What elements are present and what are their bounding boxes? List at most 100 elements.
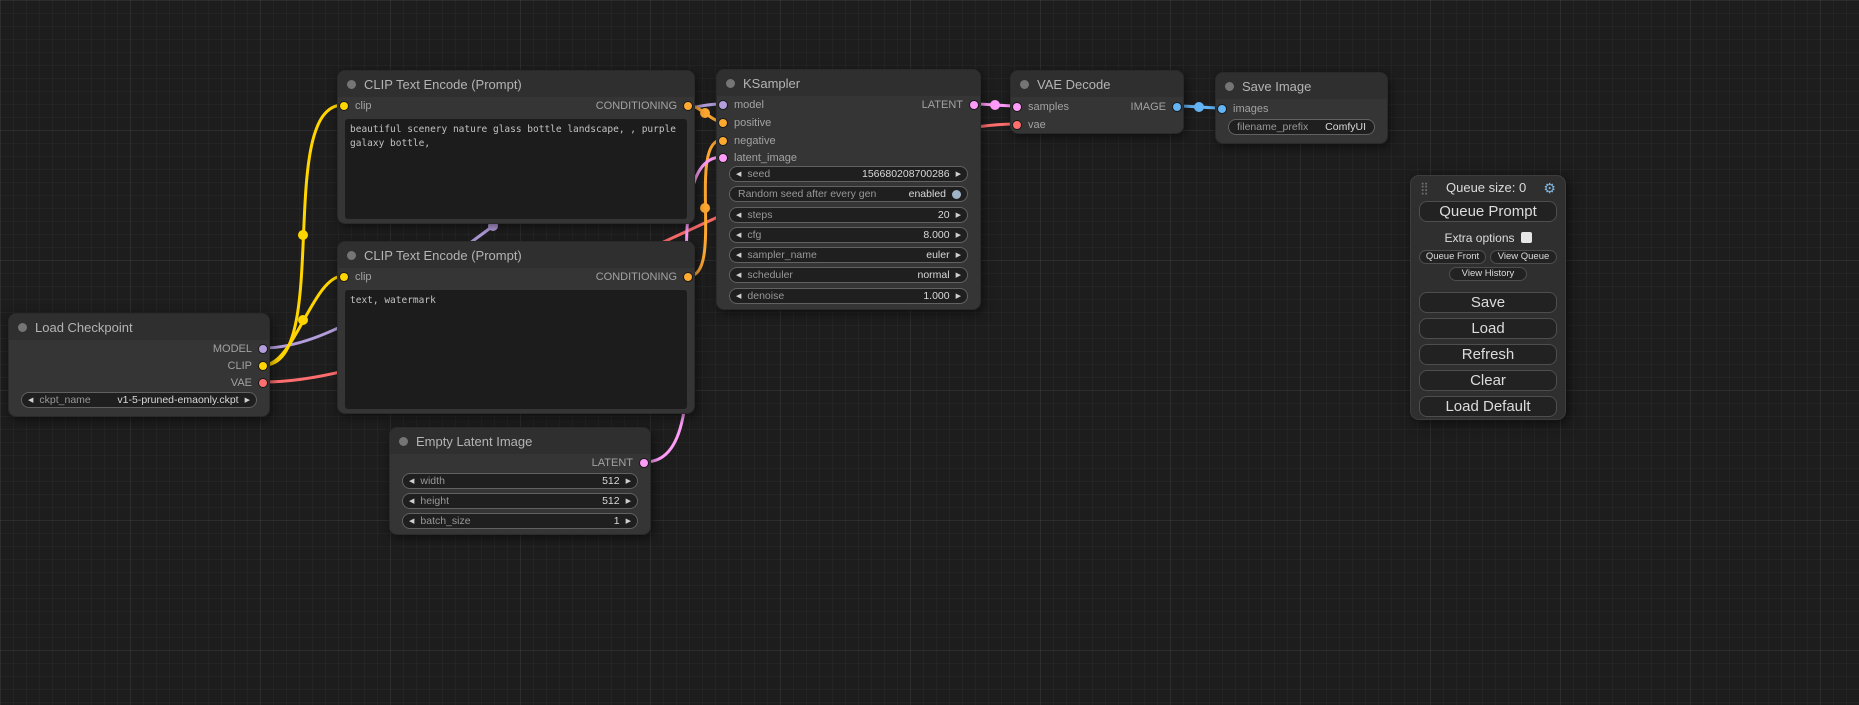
node-title: KSampler	[743, 76, 800, 91]
decrement-arrow-icon[interactable]: ◀	[736, 272, 741, 279]
latent-output-port[interactable]	[970, 101, 978, 109]
link-midpoint-dot[interactable]	[700, 203, 710, 213]
increment-arrow-icon[interactable]: ▶	[626, 518, 631, 525]
decrement-arrow-icon[interactable]: ◀	[736, 212, 741, 219]
node-collapse-dot-icon[interactable]	[347, 80, 356, 89]
increment-arrow-icon[interactable]: ▶	[626, 478, 631, 485]
decrement-arrow-icon[interactable]: ◀	[736, 293, 741, 300]
increment-arrow-icon[interactable]: ▶	[956, 212, 961, 219]
batch-size-widget[interactable]: ◀ batch_size 1 ▶	[402, 513, 638, 529]
samples-input-port[interactable]	[1013, 103, 1021, 111]
node-save-image[interactable]: Save Image images filename_prefix ComfyU…	[1215, 72, 1388, 144]
link-midpoint-dot[interactable]	[1194, 102, 1204, 112]
queue-front-button[interactable]: Queue Front	[1419, 250, 1486, 264]
input-slot-images: images	[1218, 101, 1268, 117]
negative-input-port[interactable]	[719, 137, 727, 145]
toggle-indicator-icon[interactable]	[952, 190, 961, 199]
comfy-menu-panel: ⣿ Queue size: 0 ⚙ Queue Prompt Extra opt…	[1410, 175, 1566, 420]
load-button[interactable]: Load	[1419, 318, 1557, 339]
clip-input-port[interactable]	[340, 273, 348, 281]
steps-widget[interactable]: ◀ steps 20 ▶	[729, 207, 968, 223]
save-button[interactable]: Save	[1419, 292, 1557, 313]
positive-input-port[interactable]	[719, 119, 727, 127]
seed-widget[interactable]: ◀ seed 156680208700286 ▶	[729, 166, 968, 182]
node-title-bar[interactable]: VAE Decode	[1011, 71, 1183, 97]
node-collapse-dot-icon[interactable]	[399, 437, 408, 446]
increment-arrow-icon[interactable]: ▶	[956, 171, 961, 178]
node-empty-latent-image[interactable]: Empty Latent Image LATENT ◀ width 512 ▶ …	[389, 427, 651, 535]
images-input-port[interactable]	[1218, 105, 1226, 113]
menu-drag-handle-icon[interactable]: ⣿	[1420, 181, 1429, 195]
node-title-bar[interactable]: Save Image	[1216, 73, 1387, 99]
increment-arrow-icon[interactable]: ▶	[245, 397, 250, 404]
increment-arrow-icon[interactable]: ▶	[626, 498, 631, 505]
input-slot-model: model	[719, 97, 764, 113]
clip-input-port[interactable]	[340, 102, 348, 110]
latent-output-port[interactable]	[640, 459, 648, 467]
height-widget[interactable]: ◀ height 512 ▶	[402, 493, 638, 509]
prompt-textarea[interactable]: text, watermark	[345, 290, 687, 409]
filename-prefix-widget[interactable]: filename_prefix ComfyUI	[1228, 119, 1375, 135]
clear-button[interactable]: Clear	[1419, 370, 1557, 391]
conditioning-output-port[interactable]	[684, 273, 692, 281]
node-collapse-dot-icon[interactable]	[1020, 80, 1029, 89]
conditioning-output-port[interactable]	[684, 102, 692, 110]
link-midpoint-dot[interactable]	[700, 108, 710, 118]
queue-prompt-button[interactable]: Queue Prompt	[1419, 201, 1557, 222]
increment-arrow-icon[interactable]: ▶	[956, 293, 961, 300]
ckpt-name-widget[interactable]: ◀ ckpt_name v1-5-pruned-emaonly.ckpt ▶	[21, 392, 257, 408]
decrement-arrow-icon[interactable]: ◀	[28, 397, 33, 404]
input-slot-vae: vae	[1013, 117, 1046, 133]
vae-output-port[interactable]	[259, 379, 267, 387]
node-title-bar[interactable]: Empty Latent Image	[390, 428, 650, 454]
view-history-button[interactable]: View History	[1449, 267, 1526, 281]
node-title: CLIP Text Encode (Prompt)	[364, 248, 522, 263]
node-title-bar[interactable]: CLIP Text Encode (Prompt)	[338, 242, 694, 268]
graph-canvas[interactable]: Load Checkpoint MODEL CLIP VAE ◀ ckpt_na…	[0, 0, 1859, 705]
node-load-checkpoint[interactable]: Load Checkpoint MODEL CLIP VAE ◀ ckpt_na…	[8, 313, 270, 417]
random-seed-toggle-widget[interactable]: Random seed after every gen enabled	[729, 186, 968, 202]
decrement-arrow-icon[interactable]: ◀	[736, 232, 741, 239]
node-collapse-dot-icon[interactable]	[18, 323, 27, 332]
node-clip-text-encode-positive[interactable]: CLIP Text Encode (Prompt) clip CONDITION…	[337, 70, 695, 224]
increment-arrow-icon[interactable]: ▶	[956, 252, 961, 259]
node-title-bar[interactable]: Load Checkpoint	[9, 314, 269, 340]
node-vae-decode[interactable]: VAE Decode samples vae IMAGE	[1010, 70, 1184, 134]
link-midpoint-dot[interactable]	[990, 100, 1000, 110]
decrement-arrow-icon[interactable]: ◀	[736, 171, 741, 178]
node-collapse-dot-icon[interactable]	[726, 79, 735, 88]
width-widget[interactable]: ◀ width 512 ▶	[402, 473, 638, 489]
link-midpoint-dot[interactable]	[298, 230, 308, 240]
prompt-textarea[interactable]: beautiful scenery nature glass bottle la…	[345, 119, 687, 219]
decrement-arrow-icon[interactable]: ◀	[409, 478, 414, 485]
decrement-arrow-icon[interactable]: ◀	[409, 498, 414, 505]
model-input-port[interactable]	[719, 101, 727, 109]
node-ksampler[interactable]: KSampler model positive negative latent_…	[716, 69, 981, 310]
increment-arrow-icon[interactable]: ▶	[956, 272, 961, 279]
refresh-button[interactable]: Refresh	[1419, 344, 1557, 365]
sampler-name-widget[interactable]: ◀ sampler_name euler ▶	[729, 247, 968, 263]
node-collapse-dot-icon[interactable]	[1225, 82, 1234, 91]
settings-gear-icon[interactable]: ⚙	[1543, 181, 1556, 195]
node-collapse-dot-icon[interactable]	[347, 251, 356, 260]
decrement-arrow-icon[interactable]: ◀	[736, 252, 741, 259]
denoise-widget[interactable]: ◀ denoise 1.000 ▶	[729, 288, 968, 304]
latent-image-input-port[interactable]	[719, 154, 727, 162]
vae-input-port[interactable]	[1013, 121, 1021, 129]
node-title-bar[interactable]: KSampler	[717, 70, 980, 96]
input-slot-samples: samples	[1013, 99, 1069, 115]
model-output-port[interactable]	[259, 345, 267, 353]
increment-arrow-icon[interactable]: ▶	[956, 232, 961, 239]
clip-output-port[interactable]	[259, 362, 267, 370]
extra-options-checkbox[interactable]	[1521, 232, 1532, 243]
scheduler-widget[interactable]: ◀ scheduler normal ▶	[729, 267, 968, 283]
node-clip-text-encode-negative[interactable]: CLIP Text Encode (Prompt) clip CONDITION…	[337, 241, 695, 414]
view-queue-button[interactable]: View Queue	[1490, 250, 1557, 264]
image-output-port[interactable]	[1173, 103, 1181, 111]
decrement-arrow-icon[interactable]: ◀	[409, 518, 414, 525]
node-title-bar[interactable]: CLIP Text Encode (Prompt)	[338, 71, 694, 97]
load-default-button[interactable]: Load Default	[1419, 396, 1557, 417]
input-slot-clip: clip	[340, 98, 372, 114]
link-midpoint-dot[interactable]	[298, 315, 308, 325]
cfg-widget[interactable]: ◀ cfg 8.000 ▶	[729, 227, 968, 243]
